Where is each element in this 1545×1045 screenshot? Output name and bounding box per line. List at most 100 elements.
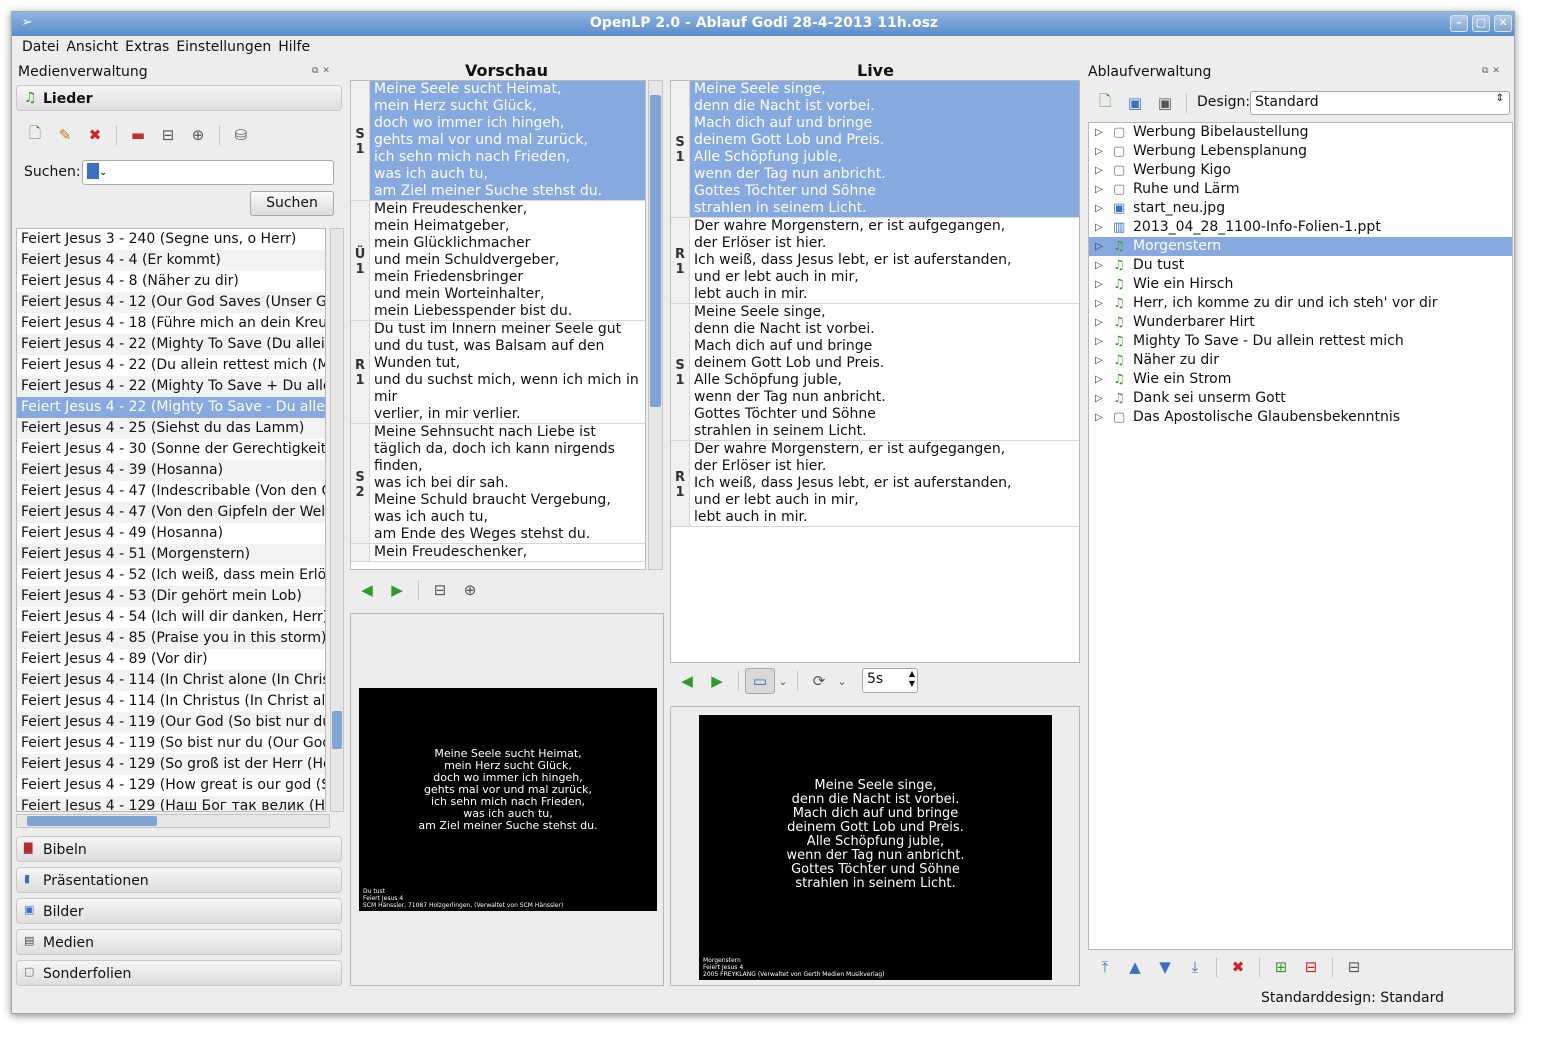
menu-hilfe[interactable]: Hilfe (278, 36, 317, 58)
go-live-icon[interactable]: ⊟ (1339, 954, 1369, 980)
section-header-3[interactable]: ▤ Medien (16, 929, 342, 955)
menu-einstellungen[interactable]: Einstellungen (176, 36, 278, 58)
service-item[interactable]: ▷ ♫ Wunderbarer Hirt (1089, 313, 1512, 332)
menu-datei[interactable]: Datei (22, 36, 66, 58)
design-select[interactable]: Standard ⇕ (1250, 91, 1510, 115)
song-list-item[interactable]: Feiert Jesus 4 - 22 (Mighty To Save - Du… (17, 397, 325, 418)
service-item[interactable]: ▷ ♫ Wie ein Strom (1089, 370, 1512, 389)
song-list-item[interactable]: Feiert Jesus 4 - 30 (Sonne der Gerechtig… (17, 439, 325, 460)
song-list-item[interactable]: Feiert Jesus 4 - 114 (In Christ alone (I… (17, 670, 325, 691)
service-item[interactable]: ▷ ♫ Wie ein Hirsch (1089, 275, 1512, 294)
menu-extras[interactable]: Extras (125, 36, 176, 58)
display-icon[interactable]: ▭ (745, 668, 775, 694)
edit-song-icon[interactable]: ✎ (50, 122, 80, 148)
add-to-service-icon[interactable]: ⊕ (183, 122, 213, 148)
service-item[interactable]: ▷ ▢ Das Apostolische Glaubensbekenntnis (1089, 408, 1512, 427)
collapse-all-icon[interactable]: ⊟ (1296, 954, 1326, 980)
expand-arrow-icon[interactable]: ▷ (1095, 332, 1103, 351)
song-list-item[interactable]: Feiert Jesus 4 - 129 (So groß ist der He… (17, 754, 325, 775)
menu-ansicht[interactable]: Ansicht (66, 36, 125, 58)
media-dock-buttons[interactable]: ⧉✕ (312, 66, 334, 76)
expand-arrow-icon[interactable]: ▷ (1095, 275, 1103, 294)
song-list-item[interactable]: Feiert Jesus 4 - 129 (Наш Бог так велик … (17, 796, 325, 811)
previous-slide-icon[interactable]: ◀ (672, 668, 702, 694)
new-song-icon[interactable]: 🗋 (20, 122, 50, 148)
song-list-vscrollbar[interactable] (330, 228, 344, 812)
service-item[interactable]: ▷ ▢ Werbung Bibelaustellung (1089, 123, 1512, 142)
slide-row[interactable]: S 1 Meine Seele sucht Heimat, mein Herz su… (351, 81, 645, 201)
song-list-item[interactable]: Feiert Jesus 4 - 54 (Ich will dir danken… (17, 607, 325, 628)
loop-timer-icon[interactable]: ⟳ (804, 668, 834, 694)
service-item[interactable]: ▷ ♫ Morgenstern (1089, 237, 1512, 256)
open-service-icon[interactable]: ▣ (1120, 90, 1150, 116)
service-item[interactable]: ▷ ▢ Werbung Lebensplanung (1089, 142, 1512, 161)
move-up-icon[interactable]: ▲ (1120, 954, 1150, 980)
save-service-icon[interactable]: ▣ (1150, 90, 1180, 116)
expand-arrow-icon[interactable]: ▷ (1095, 389, 1103, 408)
song-list-item[interactable]: Feiert Jesus 4 - 49 (Hosanna) (17, 523, 325, 544)
expand-arrow-icon[interactable]: ▷ (1095, 370, 1103, 389)
service-item[interactable]: ▷ ♫ Herr, ich komme zu dir und ich steh' v… (1089, 294, 1512, 313)
song-list-item[interactable]: Feiert Jesus 4 - 51 (Morgenstern) (17, 544, 325, 565)
expand-arrow-icon[interactable]: ▷ (1095, 294, 1103, 313)
scroll-thumb[interactable] (27, 816, 157, 826)
song-list-item[interactable]: Feiert Jesus 4 - 119 (Our God (So bist n… (17, 712, 325, 733)
next-slide-icon[interactable]: ▶ (382, 577, 412, 603)
expand-arrow-icon[interactable]: ▷ (1095, 180, 1103, 199)
add-to-service-icon[interactable]: ⊕ (455, 577, 485, 603)
expand-all-icon[interactable]: ⊞ (1266, 954, 1296, 980)
service-item[interactable]: ▷ ♫ Du tust (1089, 256, 1512, 275)
slide-row[interactable]: S 1 Meine Seele singe, denn die Nacht ist … (671, 304, 1079, 441)
song-list-item[interactable]: Feiert Jesus 4 - 47 (Von den Gipfeln der… (17, 502, 325, 523)
songs-section-header[interactable]: ♫ Lieder (16, 85, 342, 111)
service-item-list[interactable]: ▷ ▢ Werbung Bibelaustellung ▷ ▢ Werbung Leben… (1088, 122, 1513, 950)
song-list-item[interactable]: Feiert Jesus 4 - 12 (Our God Saves (Unse… (17, 292, 325, 313)
expand-arrow-icon[interactable]: ▷ (1095, 123, 1103, 142)
song-maintenance-icon[interactable]: ⛁ (226, 122, 256, 148)
expand-arrow-icon[interactable]: ▷ (1095, 351, 1103, 370)
expand-arrow-icon[interactable]: ▷ (1095, 218, 1103, 237)
song-list-item[interactable]: Feiert Jesus 4 - 4 (Er kommt) (17, 250, 325, 271)
song-list-item[interactable]: Feiert Jesus 4 - 22 (Mighty To Save (Du … (17, 334, 325, 355)
service-item[interactable]: ▷ ♫ Mighty To Save - Du allein rettest mic… (1089, 332, 1512, 351)
expand-arrow-icon[interactable]: ▷ (1095, 313, 1103, 332)
close-window-button[interactable]: ✕ (1494, 15, 1512, 32)
song-list-item[interactable]: Feiert Jesus 3 - 240 (Segne uns, o Herr) (17, 229, 325, 250)
song-list-item[interactable]: Feiert Jesus 4 - 53 (Dir gehört mein Lob… (17, 586, 325, 607)
search-type-icon[interactable] (87, 163, 99, 179)
song-list-item[interactable]: Feiert Jesus 4 - 52 (Ich weiß, dass mein… (17, 565, 325, 586)
move-to-bottom-icon[interactable]: ⤓ (1180, 954, 1210, 980)
slide-row[interactable]: S 2 Meine Sehnsucht nach Liebe ist täglich… (351, 424, 645, 544)
next-slide-icon[interactable]: ▶ (702, 668, 732, 694)
service-item[interactable]: ▷ ▣ start_neu.jpg (1089, 199, 1512, 218)
expand-arrow-icon[interactable]: ▷ (1095, 408, 1103, 427)
song-list[interactable]: Feiert Jesus 3 - 240 (Segne uns, o Herr)… (16, 228, 326, 812)
delete-song-icon[interactable]: ✖ (80, 122, 110, 148)
expand-arrow-icon[interactable]: ▷ (1095, 237, 1103, 256)
go-live-icon[interactable]: ⊟ (425, 577, 455, 603)
song-list-item[interactable]: Feiert Jesus 4 - 18 (Führe mich an dein … (17, 313, 325, 334)
scroll-thumb[interactable] (650, 95, 661, 407)
section-header-0[interactable]: ▇ Bibeln (16, 836, 342, 862)
preview-song-icon[interactable]: ▬ (123, 122, 153, 148)
preview-slide-list[interactable]: S 1 Meine Seele sucht Heimat, mein Herz su… (350, 80, 646, 570)
expand-arrow-icon[interactable]: ▷ (1095, 199, 1103, 218)
slide-row[interactable]: R 1 Du tust im Innern meiner Seele gut und… (351, 321, 645, 424)
openlp-app-icon[interactable]: ➢ (18, 15, 36, 31)
song-list-item[interactable]: Feiert Jesus 4 - 114 (In Christus (In Ch… (17, 691, 325, 712)
song-list-item[interactable]: Feiert Jesus 4 - 129 (How great is our g… (17, 775, 325, 796)
maximize-button[interactable]: ▢ (1472, 15, 1490, 32)
move-down-icon[interactable]: ▼ (1150, 954, 1180, 980)
chevron-down-icon[interactable]: ⌄ (834, 668, 850, 694)
minimize-button[interactable]: – (1450, 15, 1468, 32)
service-item[interactable]: ▷ ▥ 2013_04_28_1100-Info-Folien-1.ppt (1089, 218, 1512, 237)
slide-row[interactable]: R 1 Der wahre Morgenstern, er ist aufgegan… (671, 218, 1079, 304)
spin-arrows-icon[interactable]: ▲ ▼ (909, 669, 915, 689)
service-dock-buttons[interactable]: ⧉✕ (1482, 66, 1504, 76)
song-list-item[interactable]: Feiert Jesus 4 - 39 (Hosanna) (17, 460, 325, 481)
service-item[interactable]: ▷ ♫ Dank sei unserm Gott (1089, 389, 1512, 408)
delete-item-icon[interactable]: ✖ (1223, 954, 1253, 980)
service-item[interactable]: ▷ ♫ Näher zu dir (1089, 351, 1512, 370)
slide-row[interactable]: S 1 Meine Seele singe, denn die Nacht ist … (671, 81, 1079, 218)
expand-arrow-icon[interactable]: ▷ (1095, 256, 1103, 275)
